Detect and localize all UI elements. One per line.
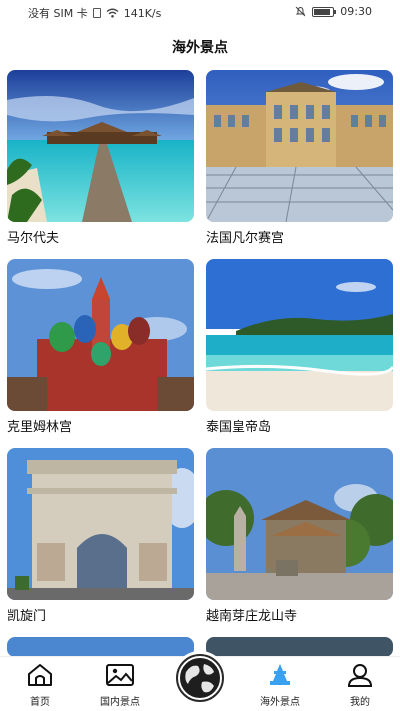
nav-domestic-label: 国内景点 xyxy=(100,697,140,708)
nav-home-label: 首页 xyxy=(30,697,50,708)
globe-button[interactable] xyxy=(173,651,227,705)
home-icon xyxy=(28,664,52,686)
nav-domestic[interactable]: 国内景点 xyxy=(88,663,152,708)
place-card-kremlin[interactable]: 克里姆林宫 xyxy=(7,259,194,437)
place-name: 泰国皇帝岛 xyxy=(206,420,272,435)
long-son-pagoda-photo xyxy=(206,448,393,600)
carrier-text: 没有 SIM 卡 xyxy=(28,7,88,20)
status-right: 09:30 xyxy=(295,5,372,18)
bottom-nav: 首页 国内景点 海外景点 我的 xyxy=(0,651,400,711)
nav-overseas[interactable]: 海外景点 xyxy=(248,663,312,708)
mute-bell-icon xyxy=(295,6,306,17)
globe-icon xyxy=(178,656,222,700)
nav-overseas-label: 海外景点 xyxy=(260,697,300,708)
versailles-photo xyxy=(206,70,393,222)
place-card-maldives[interactable]: 马尔代夫 xyxy=(7,70,194,248)
status-bar: 没有 SIM 卡 141K/s 09:30 xyxy=(0,0,400,24)
battery-icon xyxy=(312,6,337,17)
place-card-versailles[interactable]: 法国凡尔赛宫 xyxy=(206,70,393,248)
kremlin-photo xyxy=(7,259,194,411)
place-name: 法国凡尔赛宫 xyxy=(206,231,285,246)
place-name: 越南芽庄龙山寺 xyxy=(206,609,298,624)
status-left: 没有 SIM 卡 141K/s xyxy=(28,5,161,21)
thailand-island-photo xyxy=(206,259,393,411)
place-card-partial-left[interactable] xyxy=(7,637,194,657)
place-card-long-son-pagoda[interactable]: 越南芽庄龙山寺 xyxy=(206,448,393,626)
nav-mine-label: 我的 xyxy=(350,697,370,708)
picture-icon xyxy=(106,664,134,686)
place-name: 马尔代夫 xyxy=(7,231,60,246)
wifi-icon xyxy=(106,8,119,18)
clock: 09:30 xyxy=(340,5,372,18)
partial-photo xyxy=(206,637,393,657)
arc-de-triomphe-photo xyxy=(7,448,194,600)
sim-icon xyxy=(92,8,101,18)
place-card-partial-right[interactable] xyxy=(206,637,393,657)
nav-home[interactable]: 首页 xyxy=(8,663,72,708)
place-card-arc-de-triomphe[interactable]: 凯旋门 xyxy=(7,448,194,626)
tower-icon xyxy=(270,664,290,685)
network-speed: 141K/s xyxy=(123,6,162,20)
nav-mine[interactable]: 我的 xyxy=(328,663,392,708)
page-title: 海外景点 xyxy=(172,40,228,56)
place-name: 克里姆林宫 xyxy=(7,420,73,435)
person-icon xyxy=(347,664,373,687)
place-name: 凯旋门 xyxy=(7,609,47,624)
maldives-photo xyxy=(7,70,194,222)
place-card-thailand-island[interactable]: 泰国皇帝岛 xyxy=(206,259,393,437)
partial-photo xyxy=(7,637,194,657)
